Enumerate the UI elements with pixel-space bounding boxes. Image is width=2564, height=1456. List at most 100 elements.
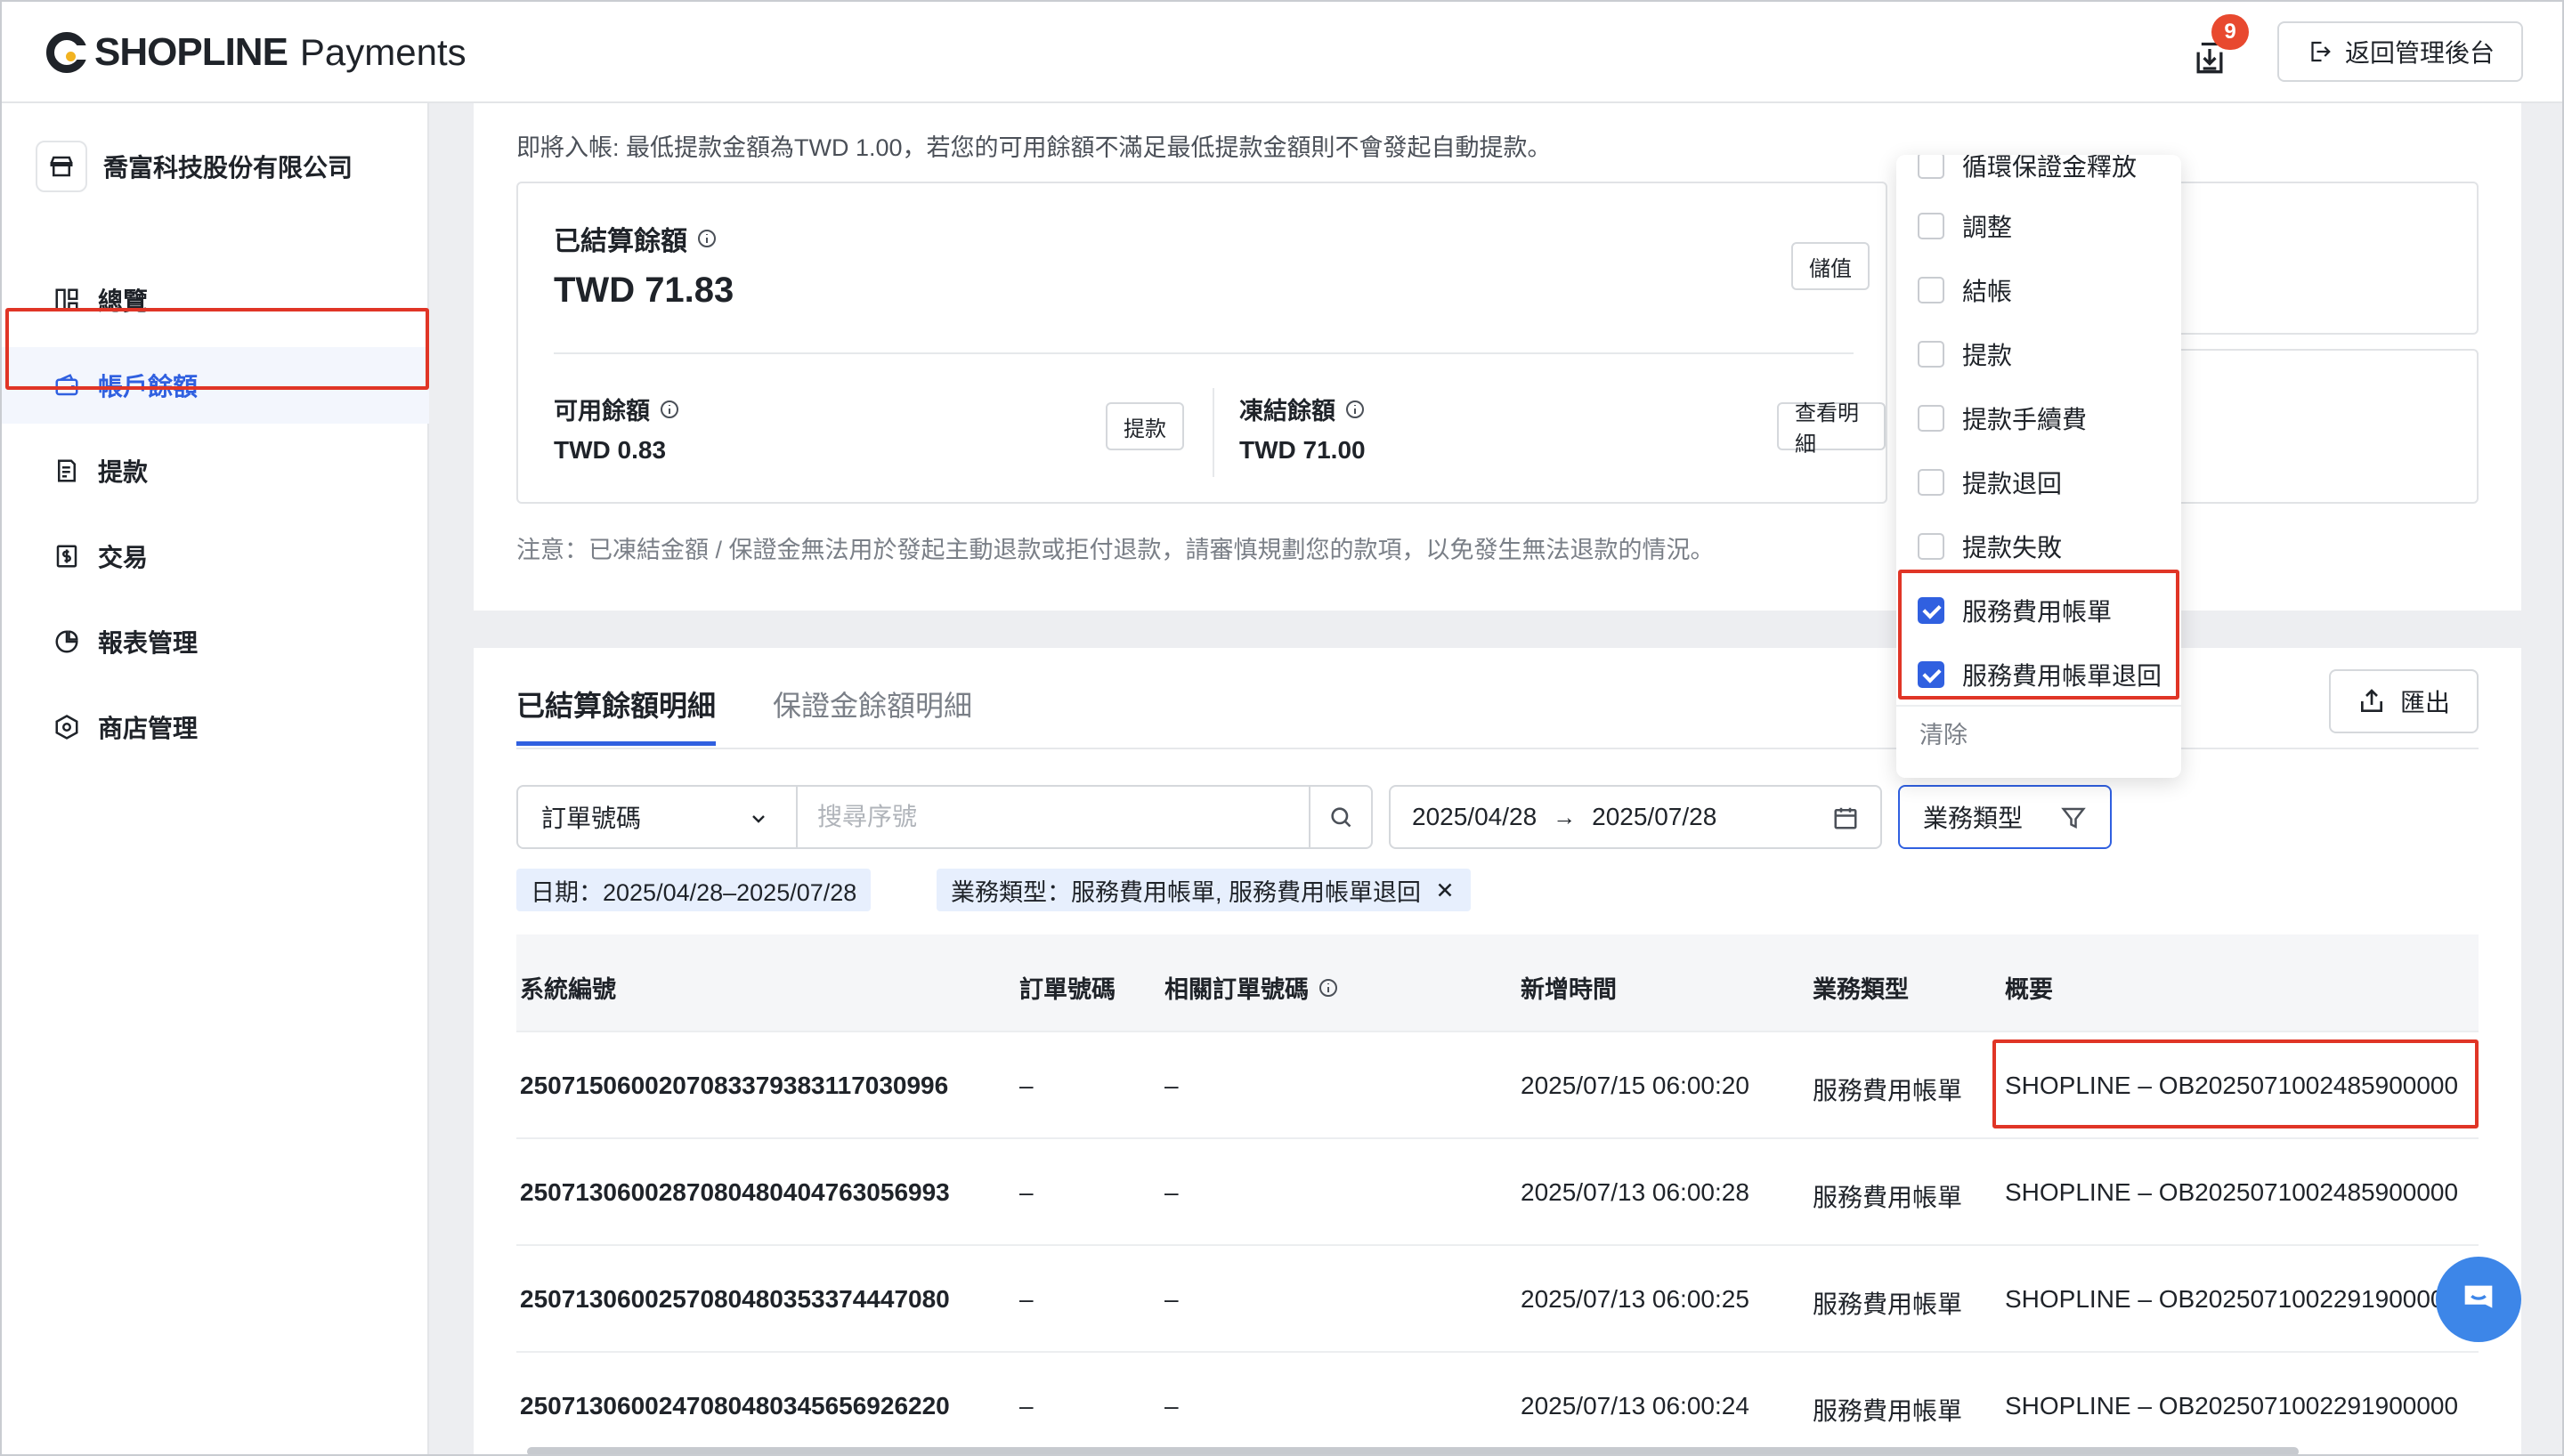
date-end: 2025/07/28: [1592, 803, 1717, 830]
balance-panel: 即將入帳: 最低提款金額為TWD 1.00，若您的可用餘額不滿足最低提款金額則不…: [474, 103, 2521, 611]
cell-system-id: 2507130600247080480345656926220: [520, 1392, 950, 1420]
export-label: 匯出: [2399, 689, 2450, 716]
dropdown-option[interactable]: 循環保證金釋放: [1918, 155, 2176, 190]
tab-deposit-details[interactable]: 保證金餘額明細: [773, 684, 972, 746]
dropdown-option[interactable]: 調整: [1918, 201, 2176, 251]
export-button[interactable]: 匯出: [2329, 669, 2479, 733]
topup-button[interactable]: 儲值: [1791, 242, 1870, 290]
frozen-label: 凍結餘額: [1239, 392, 1366, 426]
business-type-label: 業務類型: [1923, 805, 2024, 832]
cell-order-no: –: [1019, 1072, 1034, 1099]
search-input[interactable]: 搜尋序號: [796, 785, 1310, 849]
store-front-icon: [36, 141, 87, 192]
info-icon[interactable]: [659, 399, 680, 420]
highlight-box-dropdown: [1898, 570, 2179, 700]
table-row[interactable]: 2507130600287080480404763056993 – – 2025…: [516, 1139, 2479, 1246]
search-button[interactable]: [1309, 785, 1373, 849]
divider: [554, 352, 1854, 354]
date-filter-tag: 日期：2025/04/28–2025/07/28: [516, 869, 872, 911]
sidebar-item-transactions[interactable]: 交易: [2, 518, 429, 595]
logo-mark-icon: [46, 32, 87, 73]
table-row[interactable]: 2507130600247080480345656926220 – – 2025…: [516, 1353, 2479, 1454]
company-name: 喬富科技股份有限公司: [103, 154, 353, 182]
cell-created-time: 2025/07/13 06:00:25: [1521, 1285, 1749, 1313]
cell-related-order: –: [1164, 1178, 1179, 1206]
cell-system-id: 2507150600207083379383117030996: [520, 1072, 949, 1099]
cell-related-order: –: [1164, 1392, 1179, 1420]
caution-note: 注意：已凍結金額 / 保證金無法用於發起主動退款或拒付退款，請審慎規劃您的款項，…: [516, 537, 1715, 563]
dropdown-option[interactable]: 提款退回: [1918, 457, 2176, 507]
dropdown-option[interactable]: 提款: [1918, 329, 2176, 379]
withdraw-button[interactable]: 提款: [1106, 402, 1184, 450]
business-type-filter-button[interactable]: 業務類型: [1898, 785, 2112, 849]
clear-button[interactable]: 清除: [1919, 716, 1968, 750]
cell-summary: SHOPLINE – OB2025071002485900000: [2005, 1178, 2459, 1206]
available-label-text: 可用餘額: [554, 398, 650, 425]
dropdown-option-label: 提款手續費: [1962, 406, 2088, 433]
highlight-box-sidebar: [5, 308, 429, 390]
company-selector[interactable]: 喬富科技股份有限公司: [36, 141, 353, 192]
search-field-value: 訂單號碼: [541, 805, 642, 832]
cell-business-type: 服務費用帳單: [1813, 1397, 1963, 1425]
checkbox[interactable]: [1918, 533, 1944, 560]
back-to-admin-label: 返回管理後台: [2344, 39, 2495, 67]
cell-business-type: 服務費用帳單: [1813, 1077, 1963, 1104]
back-to-admin-button[interactable]: 返回管理後台: [2277, 21, 2523, 82]
info-icon[interactable]: [1344, 399, 1366, 420]
settled-title: 已結算餘額: [554, 219, 718, 258]
filter-bar: 訂單號碼 搜尋序號 2025/04/28 → 2025/07/28 業務類型: [516, 785, 2511, 849]
sidebar-item-withdraw[interactable]: 提款: [2, 433, 429, 509]
checkbox[interactable]: [1918, 277, 1944, 303]
dropdown-option[interactable]: 結帳: [1918, 265, 2176, 315]
column-header-order-no: 訂單號碼: [1019, 976, 1116, 1003]
dropdown-option[interactable]: 提款失敗: [1918, 522, 2176, 571]
shopline-logo[interactable]: SHOPLINE Payments: [46, 28, 467, 77]
view-details-button[interactable]: 查看明細: [1777, 401, 1886, 457]
tab-divider: [516, 748, 2479, 749]
cell-order-no: –: [1019, 1285, 1034, 1313]
tab-settled-details[interactable]: 已結算餘額明細: [516, 684, 717, 746]
cell-created-time: 2025/07/13 06:00:24: [1521, 1392, 1749, 1420]
date-start: 2025/04/28: [1412, 803, 1538, 830]
dropdown-option-label: 調整: [1962, 214, 2013, 241]
cell-order-no: –: [1019, 1392, 1034, 1420]
transactions-table: 系統編號 訂單號碼 相關訂單號碼 新增時間 業務類型 概要 2507150600…: [516, 934, 2479, 1454]
sidebar-item-label: 商店管理: [98, 715, 199, 742]
download-count-badge: 9: [2211, 14, 2249, 50]
available-amount: TWD 0.83: [554, 436, 667, 464]
cell-summary: SHOPLINE – OB2025071002291900000: [2005, 1392, 2459, 1420]
checkbox[interactable]: [1918, 469, 1944, 496]
search-field-select[interactable]: 訂單號碼: [516, 785, 798, 849]
dropdown-option[interactable]: 提款手續費: [1918, 393, 2176, 443]
sidebar-item-store[interactable]: 商店管理: [2, 689, 429, 765]
brand-sub: Payments: [299, 31, 467, 73]
withdraw-icon: [58, 459, 76, 482]
chat-widget-button[interactable]: [2436, 1257, 2521, 1342]
checkbox[interactable]: [1918, 405, 1944, 432]
divider: [1213, 388, 1214, 477]
exit-icon: [2311, 41, 2331, 62]
type-filter-tag-text: 業務類型：服務費用帳單, 服務費用帳單退回: [951, 878, 1422, 906]
column-header-related-order-text: 相關訂單號碼: [1164, 976, 1309, 1003]
date-range-picker[interactable]: 2025/04/28 → 2025/07/28: [1389, 785, 1882, 849]
cell-related-order: –: [1164, 1072, 1179, 1099]
table-row[interactable]: 2507130600257080480353374447080 – – 2025…: [516, 1246, 2479, 1353]
filter-icon: [2061, 807, 2086, 829]
highlight-box-summary: [1992, 1039, 2479, 1128]
cell-system-id: 2507130600257080480353374447080: [520, 1285, 950, 1313]
column-header-related-order: 相關訂單號碼: [1164, 970, 1339, 1005]
dropdown-divider: [1896, 705, 2181, 707]
pending-notice: 即將入帳: 最低提款金額為TWD 1.00，若您的可用餘額不滿足最低提款金額則不…: [516, 134, 1552, 161]
cell-order-no: –: [1019, 1178, 1034, 1206]
info-icon[interactable]: [1318, 977, 1339, 999]
close-icon[interactable]: [1433, 878, 1456, 902]
horizontal-scrollbar[interactable]: [527, 1447, 2299, 1454]
column-header-created-time: 新增時間: [1521, 976, 1617, 1003]
cell-business-type: 服務費用帳單: [1813, 1184, 1963, 1211]
checkbox[interactable]: [1918, 341, 1944, 368]
checkbox[interactable]: [1918, 155, 1944, 179]
info-icon[interactable]: [696, 228, 718, 249]
chevron-down-icon: [752, 815, 765, 823]
sidebar-item-reports[interactable]: 報表管理: [2, 603, 429, 680]
checkbox[interactable]: [1918, 213, 1944, 239]
